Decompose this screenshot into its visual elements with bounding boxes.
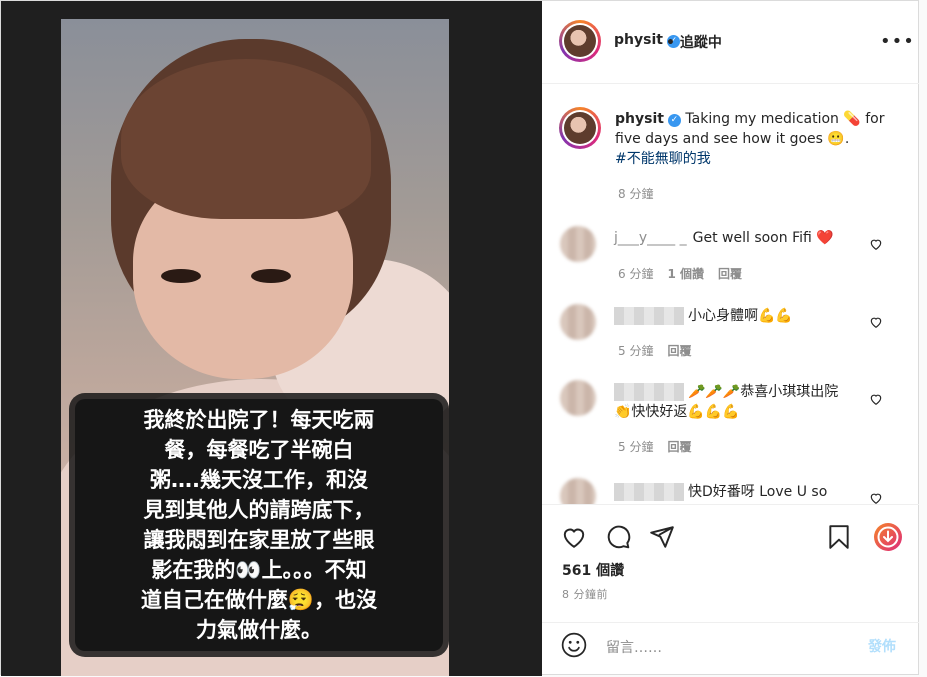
likes-count[interactable]: 561 個讚 (562, 560, 624, 580)
page-scrollbar[interactable] (919, 0, 927, 675)
avatar[interactable] (559, 20, 601, 62)
story-line: 粥….幾天沒工作，和沒 (150, 468, 368, 492)
story-line: 道自己在做什麼😮‍💨，也沒 (140, 588, 378, 612)
comment-time: 6 分鐘 (618, 267, 654, 281)
comment-like-heart-icon[interactable] (869, 315, 883, 329)
post-actions: 561 個讚 8 分鐘前 (542, 504, 919, 623)
share-send-icon[interactable] (649, 524, 675, 550)
story-line: 我終於出院了！每天吃兩 (143, 408, 375, 432)
comment-likes[interactable]: 1 個讚 (667, 267, 704, 281)
comment-avatar[interactable] (560, 226, 596, 262)
comment-username[interactable]: j___y____ _ (614, 230, 687, 246)
post-comment-button[interactable]: 發佈 (868, 636, 896, 656)
comment-time: 5 分鐘 (618, 440, 654, 454)
story-line: 見到其他人的請跨底下， (143, 498, 375, 522)
reply-button[interactable]: 回覆 (667, 440, 691, 454)
post-media[interactable]: 我終於出院了！每天吃兩 餐，每餐吃了半碗白 粥….幾天沒工作，和沒 見到其他人的… (1, 1, 542, 676)
more-options-icon[interactable]: ••• (880, 31, 915, 52)
story-photo: 我終於出院了！每天吃兩 餐，每餐吃了半碗白 粥….幾天沒工作，和沒 見到其他人的… (61, 19, 449, 676)
comment-avatar[interactable] (560, 478, 596, 504)
post-dialog: 我終於出院了！每天吃兩 餐，每餐吃了半碗白 粥….幾天沒工作，和沒 見到其他人的… (0, 0, 919, 676)
post-header: physit ✓ • 追蹤中 ••• (542, 1, 919, 84)
comment-text: 🥕🥕🥕恭喜小琪琪出院 👏快快好返💪💪💪 (614, 383, 839, 420)
story-line: 餐，每餐吃了半碗白 (164, 438, 354, 462)
caption-time: 8 分鐘 (618, 187, 654, 201)
story-text-overlay: 我終於出院了！每天吃兩 餐，每餐吃了半碗白 粥….幾天沒工作，和沒 見到其他人的… (75, 399, 443, 651)
caption-username[interactable]: physit (615, 111, 664, 127)
comment-meta: 5 分鐘 回覆 (618, 342, 705, 359)
comment-avatar[interactable] (560, 380, 596, 416)
caption-avatar[interactable] (559, 107, 601, 149)
left-eye (161, 269, 201, 283)
comment-like-heart-icon[interactable] (869, 491, 883, 504)
comment-bubble-icon[interactable] (605, 524, 631, 550)
reply-button[interactable]: 回覆 (667, 344, 691, 358)
comment-like-heart-icon[interactable] (869, 392, 883, 406)
download-extension-icon[interactable] (873, 522, 903, 552)
comment-username-blurred[interactable] (614, 383, 684, 401)
follow-status[interactable]: • 追蹤中 (666, 32, 722, 52)
story-line: 讓我悶到在家里放了些眼 (143, 528, 375, 552)
comment-meta: 5 分鐘 回覆 (618, 438, 705, 455)
add-comment-bar: 發佈 (542, 622, 919, 677)
post-side-panel: physit ✓ • 追蹤中 ••• physit ✓ Taking my medi… (542, 1, 919, 676)
story-line: 影在我的👀上。。。不知 (151, 558, 367, 582)
comment-username-blurred[interactable] (614, 307, 684, 325)
comment-like-heart-icon[interactable] (869, 237, 883, 251)
comment-text: j___y____ _ Get well soon Fifi ❤️ (614, 230, 834, 246)
verified-badge-icon: ✓ (667, 114, 681, 127)
story-line: 力氣做什麼。 (196, 618, 322, 642)
emoji-smiley-icon[interactable] (561, 632, 587, 658)
hashtag-link[interactable]: #不能無聊的我 (615, 151, 711, 167)
comment-meta: 6 分鐘 1 個讚 回覆 (618, 265, 756, 282)
comment-time: 5 分鐘 (618, 344, 654, 358)
comment-username-blurred[interactable] (614, 483, 684, 501)
fringe (121, 59, 371, 219)
comments-list[interactable]: physit ✓ Taking my medication 💊 for five … (542, 84, 919, 504)
caption: physit ✓ Taking my medication 💊 for five … (615, 109, 895, 169)
comment-text: 快D好番呀 Love U so (614, 482, 874, 502)
save-bookmark-icon[interactable] (826, 524, 852, 550)
reply-button[interactable]: 回覆 (718, 267, 742, 281)
right-eye (251, 269, 291, 283)
comment-text: 小心身體啊💪💪 (614, 306, 874, 326)
comment-avatar[interactable] (560, 304, 596, 340)
post-timestamp[interactable]: 8 分鐘前 (562, 586, 608, 602)
comment-input[interactable] (604, 635, 858, 661)
like-heart-icon[interactable] (561, 524, 587, 550)
